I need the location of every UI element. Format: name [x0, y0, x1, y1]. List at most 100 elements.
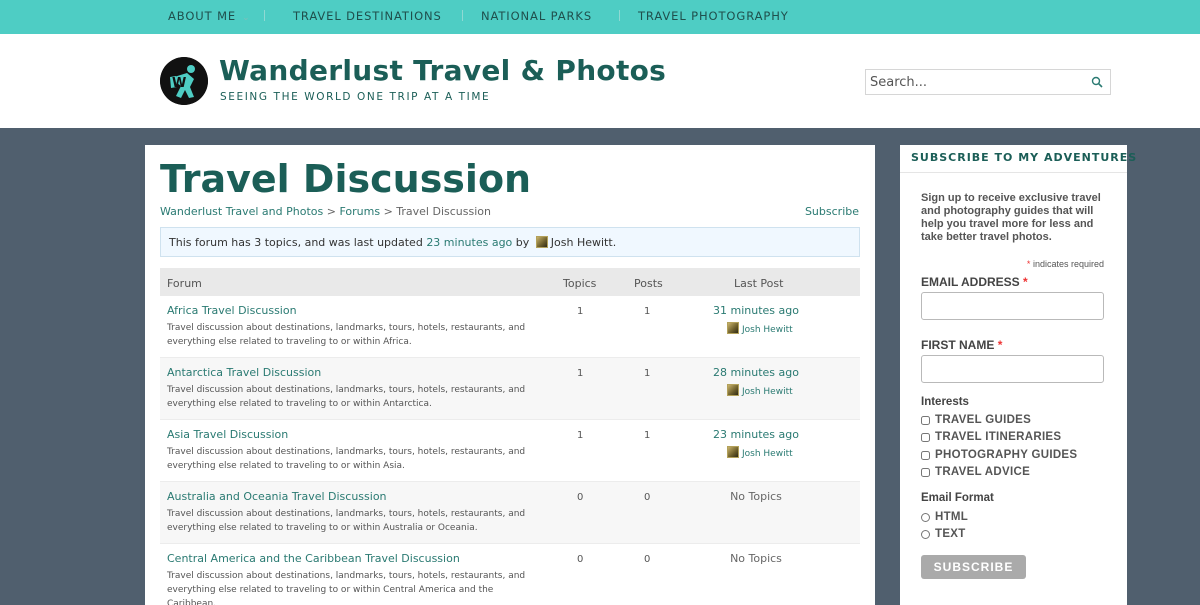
breadcrumb-current: Travel Discussion: [396, 205, 491, 218]
interest-travel-advice[interactable]: TRAVEL ADVICE: [921, 466, 1030, 478]
last-post-author[interactable]: Josh Hewitt: [724, 322, 793, 335]
notice-by: by: [515, 236, 530, 249]
interest-label: PHOTOGRAPHY GUIDES: [935, 449, 1078, 461]
nav-about-me[interactable]: About Me ⌄: [168, 9, 251, 23]
last-post-link[interactable]: 23 minutes ago: [690, 428, 822, 441]
subscribe-forum-link[interactable]: Subscribe: [805, 205, 859, 218]
breadcrumb-forums[interactable]: Forums: [339, 205, 380, 218]
interest-photography-guides[interactable]: PHOTOGRAPHY GUIDES: [921, 449, 1077, 461]
interest-label: TRAVEL ITINERARIES: [935, 431, 1062, 443]
column-header-forum: Forum: [167, 277, 202, 290]
breadcrumb-separator: >: [326, 205, 336, 218]
nav-divider: [264, 10, 265, 21]
forum-title-link[interactable]: Central America and the Caribbean Travel…: [167, 552, 460, 565]
logo-letter: W: [172, 76, 186, 91]
interests-label: Interests: [921, 396, 969, 408]
table-row: Africa Travel Discussion Travel discussio…: [160, 296, 860, 358]
author-name[interactable]: Josh Hewitt: [742, 325, 793, 335]
email-label-text: EMAIL ADDRESS: [921, 275, 1020, 289]
post-count: 0: [644, 554, 651, 565]
forum-title-link[interactable]: Africa Travel Discussion: [167, 304, 297, 317]
forum-description: Travel discussion about destinations, la…: [167, 323, 526, 347]
required-note: * indicates required: [900, 259, 1104, 269]
format-radio[interactable]: [921, 529, 930, 539]
forum-title-link[interactable]: Asia Travel Discussion: [167, 428, 288, 441]
sidebar-intro: Sign up to receive exclusive travel and …: [921, 192, 1101, 243]
table-row: Australia and Oceania Travel Discussion T…: [160, 482, 860, 544]
interest-checkbox[interactable]: [921, 450, 930, 460]
sidebar-title: SUBSCRIBE TO MY ADVENTURES: [900, 145, 1136, 173]
table-header: Forum Topics Posts Last Post: [160, 268, 860, 296]
table-row: Antarctica Travel Discussion Travel discu…: [160, 358, 860, 420]
format-label: HTML: [935, 511, 969, 523]
last-post-link[interactable]: 31 minutes ago: [690, 304, 822, 317]
topic-count: 1: [577, 306, 584, 317]
search-icon[interactable]: [1091, 76, 1103, 88]
top-navigation: About Me ⌄ Travel Destinations National P…: [0, 0, 1200, 34]
nav-national-parks[interactable]: National Parks: [481, 9, 592, 23]
email-field[interactable]: [921, 292, 1104, 320]
interest-checkbox[interactable]: [921, 467, 930, 477]
forum-table: Forum Topics Posts Last Post Africa Trav…: [160, 268, 860, 605]
hiker-logo-icon: W: [160, 57, 208, 105]
format-html[interactable]: HTML: [921, 511, 968, 523]
notice-author[interactable]: Josh Hewitt: [551, 236, 613, 249]
chevron-down-icon: ⌄: [242, 13, 251, 23]
search-input[interactable]: [866, 70, 1086, 94]
format-text[interactable]: TEXT: [921, 528, 966, 540]
nav-travel-photography[interactable]: Travel Photography: [638, 9, 789, 23]
interest-travel-itineraries[interactable]: TRAVEL ITINERARIES: [921, 431, 1061, 443]
table-body: Africa Travel Discussion Travel discussio…: [160, 296, 860, 605]
required-note-text: indicates required: [1032, 259, 1104, 269]
site-title[interactable]: Wanderlust Travel & Photos: [219, 54, 666, 87]
author-name[interactable]: Josh Hewitt: [742, 387, 793, 397]
nav-divider: [619, 10, 620, 21]
post-count: 0: [644, 492, 651, 503]
forum-description: Travel discussion about destinations, la…: [167, 571, 526, 605]
last-post-link[interactable]: 28 minutes ago: [690, 366, 822, 379]
forum-title-link[interactable]: Antarctica Travel Discussion: [167, 366, 321, 379]
forum-description: Travel discussion about destinations, la…: [167, 447, 526, 471]
main-content: Travel Discussion Wanderlust Travel and …: [145, 145, 875, 605]
interest-travel-guides[interactable]: TRAVEL GUIDES: [921, 414, 1031, 426]
nav-travel-destinations[interactable]: Travel Destinations: [293, 9, 442, 23]
author-name[interactable]: Josh Hewitt: [742, 449, 793, 459]
format-radio[interactable]: [921, 512, 930, 522]
table-row: Central America and the Caribbean Travel…: [160, 544, 860, 605]
notice-updated[interactable]: 23 minutes ago: [426, 236, 512, 249]
post-count: 1: [644, 368, 651, 379]
format-label: TEXT: [935, 528, 966, 540]
firstname-label: FIRST NAME *: [921, 338, 1002, 352]
site-logo[interactable]: W: [160, 57, 208, 105]
topic-count: 1: [577, 368, 584, 379]
forum-title-link[interactable]: Australia and Oceania Travel Discussion: [167, 490, 387, 503]
notice-suffix: .: [612, 236, 617, 249]
avatar[interactable]: [727, 384, 739, 396]
last-post-author[interactable]: Josh Hewitt: [724, 384, 793, 397]
avatar[interactable]: [727, 322, 739, 334]
forum-info-notice: This forum has 3 topics, and was last up…: [160, 227, 860, 257]
required-asterisk: *: [1023, 275, 1028, 289]
avatar[interactable]: [727, 446, 739, 458]
interest-label: TRAVEL GUIDES: [935, 414, 1032, 426]
subscribe-button[interactable]: SUBSCRIBE: [921, 555, 1026, 579]
no-topics-label: No Topics: [730, 490, 782, 503]
post-count: 1: [644, 430, 651, 441]
site-tagline: SEEING THE WORLD ONE TRIP AT A TIME: [220, 91, 491, 103]
interest-checkbox[interactable]: [921, 415, 930, 425]
forum-description: Travel discussion about destinations, la…: [167, 509, 526, 533]
last-post-author[interactable]: Josh Hewitt: [724, 446, 793, 459]
firstname-field[interactable]: [921, 355, 1104, 383]
notice-text: This forum has 3 topics, and was last up…: [169, 236, 423, 249]
interest-label: TRAVEL ADVICE: [935, 466, 1031, 478]
site-header: W Wanderlust Travel & Photos SEEING THE …: [0, 34, 1200, 128]
page-title: Travel Discussion: [160, 157, 532, 201]
topic-count: 0: [577, 554, 584, 565]
topic-count: 0: [577, 492, 584, 503]
column-header-posts: Posts: [634, 277, 663, 290]
search-box: [865, 69, 1111, 95]
required-asterisk: *: [1026, 259, 1031, 269]
interest-checkbox[interactable]: [921, 432, 930, 442]
breadcrumb-home[interactable]: Wanderlust Travel and Photos: [160, 205, 323, 218]
avatar[interactable]: [535, 236, 548, 248]
